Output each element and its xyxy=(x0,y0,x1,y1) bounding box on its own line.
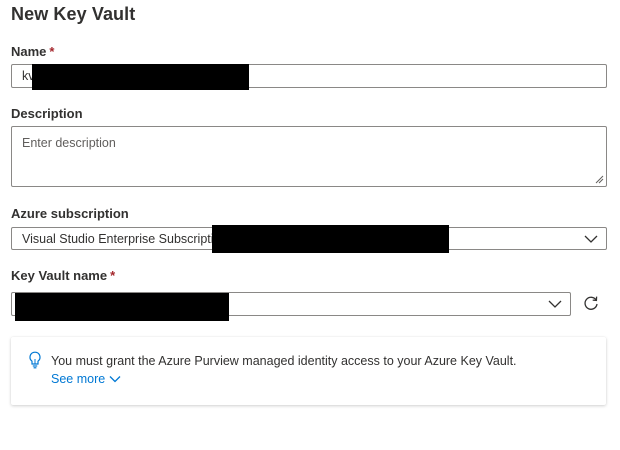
info-message-card: You must grant the Azure Purview managed… xyxy=(11,337,606,405)
refresh-icon[interactable] xyxy=(582,294,600,312)
subscription-label: Azure subscription xyxy=(11,206,129,221)
chevron-down-icon xyxy=(548,300,562,308)
required-mark: * xyxy=(49,44,55,59)
info-message-text: You must grant the Azure Purview managed… xyxy=(51,354,517,368)
name-label-text: Name xyxy=(11,44,47,59)
name-input[interactable]: kv xyxy=(11,64,607,90)
redacted-block xyxy=(15,293,229,321)
subscription-value: Visual Studio Enterprise Subscription xyxy=(22,232,228,246)
chevron-down-icon xyxy=(109,376,121,383)
key-vault-name-label-text: Key Vault name xyxy=(11,268,108,283)
see-more-label: See more xyxy=(51,372,106,386)
subscription-dropdown[interactable]: Visual Studio Enterprise Subscription xyxy=(11,225,607,253)
key-vault-name-label: Key Vault name * xyxy=(11,268,115,283)
lightbulb-icon xyxy=(29,351,41,369)
key-vault-name-dropdown[interactable] xyxy=(11,292,571,321)
redacted-block xyxy=(212,225,449,253)
name-label: Name * xyxy=(11,44,54,59)
new-key-vault-panel: New Key Vault Name * kv Description Enter… xyxy=(0,0,620,450)
description-label: Description xyxy=(11,106,83,121)
chevron-down-icon xyxy=(584,235,598,243)
see-more-link[interactable]: See more xyxy=(51,372,121,386)
redacted-block xyxy=(32,64,249,90)
description-placeholder: Enter description xyxy=(22,136,116,150)
description-textarea[interactable]: Enter description xyxy=(11,126,607,187)
required-mark: * xyxy=(110,268,116,283)
page-title: New Key Vault xyxy=(11,4,136,24)
resize-grip-icon[interactable] xyxy=(595,175,604,184)
